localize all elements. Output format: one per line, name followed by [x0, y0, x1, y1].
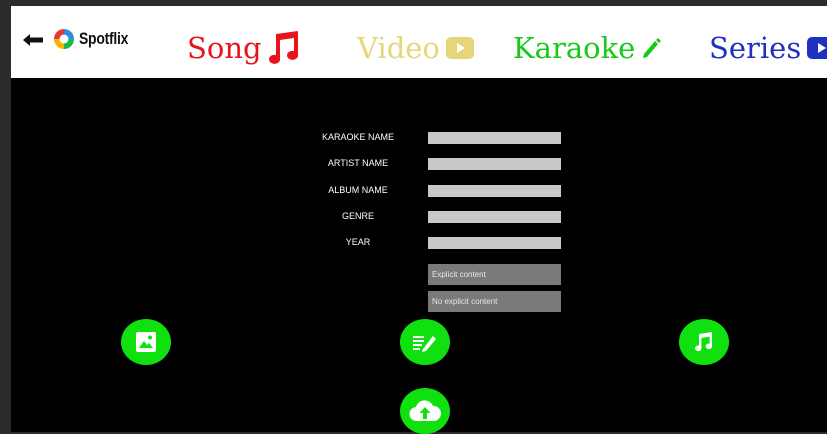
nav-karaoke-label: Karaoke [513, 30, 636, 65]
music-note-icon [268, 31, 298, 64]
window-left-border [0, 0, 11, 432]
image-icon [136, 332, 156, 352]
year-input[interactable] [428, 237, 561, 249]
form-row-album-name: ALBUM NAME [318, 184, 568, 198]
genre-label: GENRE [341, 211, 374, 221]
play-icon [445, 37, 474, 59]
music-note-icon [695, 332, 713, 352]
brand-name[interactable]: Spotflix [79, 29, 128, 49]
artist-name-label: ARTIST NAME [327, 158, 389, 168]
lyrics-edit-icon [413, 336, 436, 352]
karaoke-name-input[interactable] [428, 132, 561, 144]
nav-video-label: Video [357, 30, 440, 65]
form-row-artist-name: ARTIST NAME [318, 157, 568, 171]
nav-video[interactable]: Video [357, 28, 474, 68]
pencil-icon [643, 38, 662, 58]
app-window: Spotflix Song Video Karaoke Series KARAO [0, 0, 827, 434]
explicit-content-option[interactable]: Explicit content [428, 264, 561, 285]
spotflix-logo-icon[interactable] [52, 27, 76, 51]
cloud-upload-icon [409, 400, 441, 422]
upload-lyrics-button[interactable] [400, 319, 450, 365]
form-row-karaoke-name: KARAOKE NAME [318, 131, 568, 145]
form-row-year: YEAR [318, 236, 568, 250]
back-arrow-icon[interactable] [22, 33, 44, 47]
nav-song-label: Song [187, 30, 262, 65]
album-name-input[interactable] [428, 185, 561, 197]
karaoke-name-label: KARAOKE NAME [321, 132, 395, 142]
artist-name-input[interactable] [428, 158, 561, 170]
nav-song[interactable]: Song [187, 28, 302, 68]
genre-input[interactable] [428, 211, 561, 223]
upload-cloud-button[interactable] [400, 388, 450, 434]
form-row-genre: GENRE [318, 210, 568, 224]
album-name-label: ALBUM NAME [328, 185, 388, 195]
nav-karaoke[interactable]: Karaoke [513, 28, 662, 68]
year-label: YEAR [345, 237, 371, 247]
no-explicit-content-option[interactable]: No explicit content [428, 291, 561, 312]
upload-image-button[interactable] [121, 319, 171, 365]
nav-series-label: Series [709, 30, 802, 65]
play-icon [807, 37, 827, 59]
nav-series[interactable]: Series [709, 28, 827, 68]
upload-audio-button[interactable] [679, 319, 729, 365]
